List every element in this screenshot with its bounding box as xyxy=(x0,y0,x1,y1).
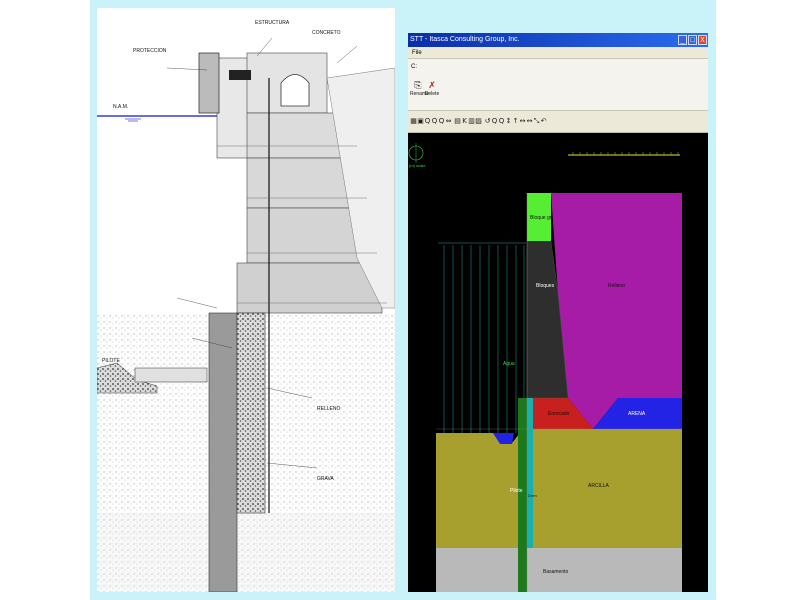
drawing-annotation: CONCRETO xyxy=(312,30,341,36)
drawing-annotation: GRAVA xyxy=(317,476,334,482)
pan-icon[interactable]: ⇔ xyxy=(445,116,452,127)
model-canvas[interactable]: (m) scale Relleno Bloques Bloque gr Enro… xyxy=(408,133,708,592)
arrow-icon[interactable]: ↔ xyxy=(519,116,526,127)
window-title: STT - Itasca Consulting Group, Inc. xyxy=(410,36,520,43)
zone-label-dren: Dren xyxy=(528,493,537,498)
zone-label-basamento: Basamento xyxy=(543,569,569,575)
delete-label: Delete xyxy=(424,91,440,97)
title-bar: STT - Itasca Consulting Group, Inc. _ □ … xyxy=(408,33,708,47)
maximize-button[interactable]: □ xyxy=(688,35,697,45)
zone-label-agua: Agua xyxy=(503,361,515,367)
app-window: STT - Itasca Consulting Group, Inc. _ □ … xyxy=(408,33,708,592)
tool-icon[interactable]: K xyxy=(461,116,468,127)
tool-bar: ▦ ▣ Q Q Q ⇔ ▤ K ▥ ▨ ↺ Q Q ↕ ↑ ↔ ↔ ⤡ ↶ xyxy=(408,111,708,133)
menu-bar: File xyxy=(408,47,708,59)
drawing-svg xyxy=(97,37,395,592)
tool-icon[interactable]: ▤ xyxy=(454,116,461,127)
zoom-icon[interactable]: Q xyxy=(498,116,505,127)
drawing-annotation: N.A.M. xyxy=(113,104,129,110)
delete-icon: ✗ xyxy=(428,80,436,90)
zoom-icon[interactable]: Q xyxy=(491,116,498,127)
drawing-annotation: PROTECCION xyxy=(133,48,167,54)
rotate-icon[interactable]: ↺ xyxy=(484,116,491,127)
drawing-annotation: RELLENO xyxy=(317,406,341,412)
path-bar: C: xyxy=(408,59,708,75)
arrow-icon[interactable]: ↑ xyxy=(512,116,519,127)
drawing-annotation: ESTRUCTURA xyxy=(255,20,290,26)
minimize-button[interactable]: _ xyxy=(678,35,687,45)
scale-label: (m) scale xyxy=(409,163,426,168)
fit-icon[interactable]: ⤡ xyxy=(533,116,540,127)
path-label: C: xyxy=(411,64,417,70)
zoom-icon[interactable]: Q xyxy=(424,116,431,127)
drawing-annotation: PILOTE xyxy=(102,358,120,364)
zone-label-relleno: Relleno xyxy=(608,283,625,289)
cross-section-drawing: ESTRUCTURA PROTECCION CONCRETO RELLENO G… xyxy=(97,8,395,592)
tool-icon[interactable]: ▥ xyxy=(468,116,475,127)
delete-button[interactable]: ✗ Delete xyxy=(424,80,440,97)
tool-icon[interactable]: ▦ xyxy=(410,116,417,127)
tool-icon[interactable]: ▨ xyxy=(475,116,482,127)
zone-pilote[interactable] xyxy=(518,398,527,592)
gravel-column xyxy=(236,312,266,514)
zone-label-arcilla: ARCILLA xyxy=(588,483,609,489)
arrow-icon[interactable]: ↔ xyxy=(526,116,533,127)
undo-icon[interactable]: ↶ xyxy=(540,116,547,127)
menu-item-file[interactable]: File xyxy=(412,50,422,56)
zone-label-pilote: Pilote xyxy=(510,488,523,494)
action-bar: ⎘ Rename ✗ Delete xyxy=(408,75,708,111)
pile xyxy=(208,312,238,592)
arrow-icon[interactable]: ↕ xyxy=(505,116,512,127)
close-button[interactable]: X xyxy=(698,35,707,45)
tool-icon[interactable]: ▣ xyxy=(417,116,424,127)
zone-dren[interactable] xyxy=(527,398,533,548)
zone-label-arena: ARENA xyxy=(628,411,646,417)
zone-label-enrocado: Enrocado xyxy=(548,411,570,417)
zoom-icon[interactable]: Q xyxy=(438,116,445,127)
model-svg xyxy=(408,143,682,592)
zone-label-bloque-gr: Bloque gr xyxy=(530,215,552,221)
zoom-icon[interactable]: Q xyxy=(431,116,438,127)
zone-relleno[interactable] xyxy=(551,193,682,429)
zone-arcilla[interactable] xyxy=(436,429,682,548)
zone-label-bloques: Bloques xyxy=(536,283,555,289)
